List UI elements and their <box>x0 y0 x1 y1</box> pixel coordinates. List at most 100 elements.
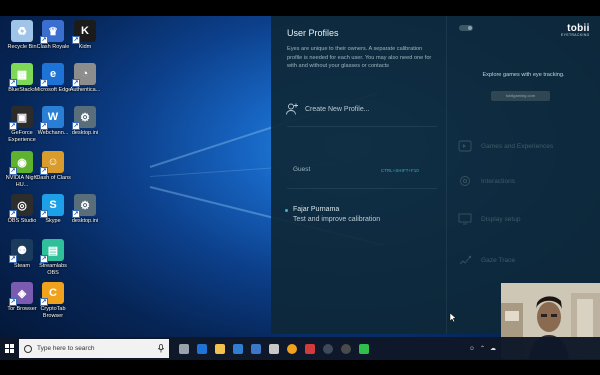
shortcut-arrow-icon: ↗ <box>40 298 48 306</box>
taskbar-steam[interactable] <box>319 337 337 360</box>
taskbar-cryptotab[interactable] <box>283 337 301 360</box>
app-icon: ◉ ↗ <box>9 151 33 175</box>
app-icon: C ↗ <box>40 282 64 306</box>
letterbox-top <box>0 0 600 16</box>
taskbar-line[interactable] <box>355 337 373 360</box>
app-icon: W ↗ <box>40 106 64 130</box>
mouse-cursor-icon <box>449 312 457 323</box>
menu-label: Display setup <box>481 215 521 223</box>
desktop-icon-streamlabs-obs[interactable]: ▤ ↗ Streamlabs OBS <box>34 239 72 276</box>
app-icon: K ↗ <box>72 20 96 44</box>
display-icon <box>458 213 472 225</box>
desktop-icon-label: desktop.ini <box>71 218 99 224</box>
page-title: User Profiles <box>287 28 339 38</box>
create-profile-button[interactable]: Create New Profile... <box>285 102 370 116</box>
create-profile-label: Create New Profile... <box>305 105 370 113</box>
app-icon: ♛ ↗ <box>40 20 64 44</box>
taskbar-mail[interactable] <box>247 337 265 360</box>
file-explorer-icon <box>215 343 225 354</box>
app-icon: S ↗ <box>40 194 64 218</box>
windows-icon <box>4 344 14 353</box>
menu-label: Games and Experiences <box>481 142 554 150</box>
shortcut-arrow-icon: ↗ <box>40 255 48 263</box>
gear-icon <box>460 176 470 186</box>
eye-tracking-toggle[interactable] <box>459 25 473 31</box>
taskbar-store[interactable] <box>229 337 247 360</box>
chevron-up-icon[interactable]: ⌃ <box>480 345 485 352</box>
desktop-icon-desktop-ini[interactable]: ⚙ ↗ desktop.ini <box>66 106 104 137</box>
menu-interactions[interactable]: Interactions <box>458 175 515 187</box>
gaze-trace-icon <box>459 255 472 265</box>
flag-app-icon <box>305 343 315 354</box>
line-icon <box>359 343 369 354</box>
menu-label: Interactions <box>481 177 516 185</box>
shortcut-arrow-icon: ↗ <box>72 210 80 218</box>
taskbar-file-explorer[interactable] <box>211 337 229 360</box>
taskbar-flag-app[interactable] <box>301 337 319 360</box>
taskbar-edge[interactable] <box>193 337 211 360</box>
menu-label: Gaze Trace <box>481 256 516 264</box>
add-user-icon <box>286 103 298 115</box>
divider <box>287 188 437 189</box>
cloud-icon[interactable]: ☁ <box>490 345 496 352</box>
search-placeholder: Type here to search <box>37 345 95 352</box>
steam-icon <box>323 343 333 354</box>
app-icon: ⚙ ↗ <box>72 106 96 130</box>
desktop-icon-label: desktop.ini <box>71 130 99 136</box>
app-icon: ◎ ↗ <box>9 194 33 218</box>
cryptotab-icon <box>287 343 297 354</box>
shortcut-arrow-icon: ↗ <box>72 122 80 130</box>
taskbar-search-box[interactable]: Type here to search <box>19 339 169 358</box>
taskbar-obs[interactable] <box>337 337 355 360</box>
desktop-icon-cryptotab-browser[interactable]: C ↗ CryptoTab Browser <box>34 282 72 319</box>
explore-text: Explore games with eye tracking. <box>482 72 565 78</box>
letterbox-bottom <box>0 360 600 375</box>
profile-name[interactable]: Fajar Purnama <box>293 206 339 213</box>
desktop-icon-kidm[interactable]: K ↗ Kidm <box>66 20 104 51</box>
guest-shortcut: CTRL+SHIFT+F10 <box>381 168 419 173</box>
camera-icon <box>269 343 279 354</box>
cortana-icon <box>24 344 32 353</box>
menu-gaze-trace[interactable]: Gaze Trace <box>458 254 515 266</box>
edge-icon <box>197 343 207 354</box>
taskbar-camera[interactable] <box>265 337 283 360</box>
app-icon: ◔ ↗ <box>72 63 96 87</box>
app-icon: ▤ ↗ <box>40 239 64 263</box>
task-view-icon <box>179 343 189 354</box>
app-icon: ▣ ↗ <box>9 106 33 130</box>
active-profile-indicator <box>285 209 288 212</box>
app-icon: ♻ <box>11 20 33 42</box>
divider <box>287 126 437 127</box>
menu-display-setup[interactable]: Display setup <box>458 213 521 225</box>
app-icon: ⚙ ↗ <box>72 194 96 218</box>
desktop-icon-clash-of-clans[interactable]: ☺ ↗ Clash of Clans <box>34 151 72 182</box>
shortcut-arrow-icon: ↗ <box>40 79 48 87</box>
taskbar: Type here to search ☺ ⌃ ☁ <box>0 337 600 360</box>
test-calibration-link[interactable]: Test and improve calibration <box>293 216 380 223</box>
obs-icon <box>341 343 351 354</box>
app-icon: e ↗ <box>40 63 64 87</box>
shortcut-arrow-icon: ↗ <box>40 167 48 175</box>
start-button[interactable] <box>0 337 18 360</box>
microphone-icon[interactable] <box>158 344 164 353</box>
shortcut-arrow-icon: ↗ <box>40 36 48 44</box>
profile-guest[interactable]: Guest <box>293 166 310 173</box>
shortcut-arrow-icon: ↗ <box>9 167 17 175</box>
app-icon: ☺ ↗ <box>40 151 64 175</box>
shortcut-arrow-icon: ↗ <box>72 36 80 44</box>
menu-games[interactable]: Games and Experiences <box>458 140 553 152</box>
mail-icon <box>251 343 261 354</box>
desktop-icon-label: CryptoTab Browser <box>40 306 66 319</box>
desktop-icon-label: Authentica... <box>69 87 101 93</box>
shortcut-arrow-icon: ↗ <box>9 210 17 218</box>
logo-sub: EYETRACKING <box>561 33 590 37</box>
tobiigaming-button[interactable]: tobiigaming.com <box>491 91 550 101</box>
system-tray: ☺ ⌃ ☁ <box>469 337 496 360</box>
store-icon <box>233 343 243 354</box>
people-icon[interactable]: ☺ <box>469 346 475 352</box>
shortcut-arrow-icon: ↗ <box>40 210 48 218</box>
desktop-icon-desktop-ini[interactable]: ⚙ ↗ desktop.ini <box>66 194 104 225</box>
desktop-icon-authentica[interactable]: ◔ ↗ Authentica... <box>66 63 104 94</box>
taskbar-task-view[interactable] <box>175 337 193 360</box>
shortcut-arrow-icon: ↗ <box>72 79 80 87</box>
